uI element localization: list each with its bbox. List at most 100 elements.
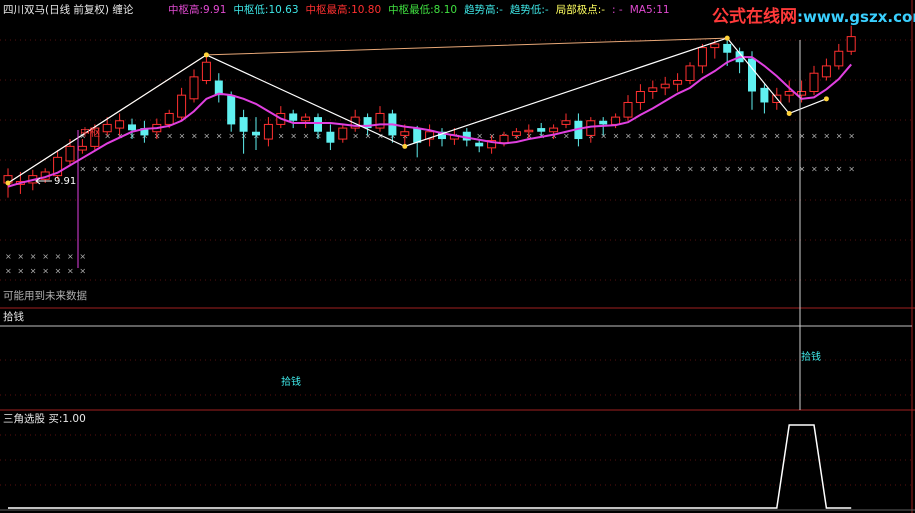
zhongshu-x-mark: × (650, 131, 657, 140)
candle-body-up (115, 120, 125, 129)
zhongshu-x-mark: × (712, 164, 719, 173)
candle-body-up (648, 87, 658, 92)
candle-body-up (189, 76, 199, 100)
candle-body-up (623, 101, 633, 118)
buy-value: 1.00 (62, 413, 86, 425)
zhongshu-x-mark: × (613, 131, 620, 140)
zhongshu-x-mark: × (352, 131, 359, 140)
zhongshu-x-mark: × (526, 164, 533, 173)
zhongshu-x-mark: × (786, 164, 793, 173)
candle-body-down (723, 43, 732, 53)
panel3-title-text: 三角选股 (3, 413, 45, 425)
zhongshu-x-mark: × (662, 164, 669, 173)
signal-label-1: 拾钱 (281, 377, 301, 388)
zhongshu-x-mark: × (79, 267, 86, 276)
candle-body-down (128, 124, 136, 131)
zhongshu-x-mark: × (489, 164, 496, 173)
readout-value: :- (495, 4, 503, 16)
candle-body-up (77, 145, 87, 151)
stock-chart-canvas[interactable]: × × × × × × × × × × × × × × × × × × × × × × × × × × × × × × × × × × × × × × × ×… (0, 0, 915, 513)
bi-vertex-marker (203, 52, 209, 58)
candle-body-up (375, 112, 385, 129)
candle-body-up (263, 123, 273, 140)
zhongshu-x-mark: × (774, 164, 781, 173)
stock-name-label: 四川双马(日线 前复权) (3, 4, 110, 16)
zhongshu-x-mark: × (340, 164, 347, 173)
readout-value: :11 (652, 4, 670, 16)
zhongshu-x-mark: × (166, 131, 173, 140)
candle-body-down (537, 128, 546, 132)
zhongshu-x-mark: × (786, 131, 793, 140)
zhongshu-x-mark: × (67, 252, 74, 261)
bi-vertex-marker (402, 143, 408, 149)
candle-body-up (846, 36, 856, 52)
zhongshu-x-mark: × (253, 164, 260, 173)
watermark-cn: 公式在线网 (712, 7, 797, 27)
readout-5: 趋势低:- (510, 4, 549, 16)
readout-2: 中枢最高:10.80 (306, 4, 382, 16)
readout-value: :- (541, 4, 549, 16)
zhongshu-x-mark: × (675, 164, 682, 173)
candle-body-up (710, 43, 720, 49)
candle-body-down (227, 95, 236, 125)
candle-body-up (549, 127, 559, 133)
zhongshu-x-mark: × (42, 267, 49, 276)
zhongshu-x-mark: × (154, 164, 161, 173)
zhongshu-x-mark: × (179, 164, 186, 173)
readout-value: :10.63 (264, 4, 299, 16)
zhongshu-x-mark: × (414, 164, 421, 173)
readout-7: : - (612, 4, 623, 16)
bi-vertex-marker (786, 110, 792, 116)
indicator-name: 缠论 (112, 4, 134, 16)
zhongshu-x-mark: × (724, 131, 731, 140)
candle-body-down (326, 131, 335, 143)
zhongshu-x-mark: × (79, 164, 86, 173)
panel2-title: 拾钱 (3, 311, 24, 323)
zhongshu-x-mark: × (216, 164, 223, 173)
candle-body-up (821, 65, 831, 78)
candle-body-down (475, 142, 484, 147)
zhongshu-x-mark: × (427, 164, 434, 173)
readout-label: 中枢最高 (305, 4, 348, 16)
candle-body-down (289, 113, 298, 121)
zhongshu-x-mark: × (538, 164, 545, 173)
zhongshu-x-mark: × (749, 164, 756, 173)
readout-label: 趋势高 (464, 4, 496, 16)
zhongshu-x-mark: × (513, 164, 520, 173)
zhongshu-x-mark: × (464, 164, 471, 173)
candle-body-down (239, 117, 248, 132)
zhongshu-x-mark: × (699, 164, 706, 173)
zhongshu-x-mark: × (241, 164, 248, 173)
future-data-warning: 可能用到未来数据 (3, 290, 87, 302)
readout-label: MA5 (629, 4, 653, 16)
zhongshu-x-mark: × (600, 164, 607, 173)
zhongshu-x-mark: × (5, 267, 12, 276)
candle-body-up (177, 94, 187, 118)
zhongshu-x-mark: × (501, 164, 508, 173)
zhongshu-x-mark: × (662, 131, 669, 140)
candle-body-down (413, 128, 422, 143)
readout-label: 中枢高 (168, 4, 200, 16)
candle-body-up (511, 131, 521, 136)
candle-body-down (252, 131, 260, 136)
readout-value: :10.80 (347, 4, 382, 16)
zhongshu-x-mark: × (203, 131, 210, 140)
zhongshu-x-mark: × (724, 164, 731, 173)
watermark-url: :www.gszx.com.cn (797, 8, 915, 26)
watermark: 公式在线网:www.gszx.com.cn (712, 7, 915, 27)
candle-body-up (673, 80, 683, 85)
candle-body-up (797, 91, 807, 96)
zhongshu-x-mark: × (761, 164, 768, 173)
zhongshu-x-mark: × (141, 164, 148, 173)
panel3-title: 三角选股 买:1.00 (3, 413, 86, 425)
readout-label: 中枢最低 (388, 4, 431, 16)
zhongshu-x-mark: × (650, 164, 657, 173)
candle-body-up (834, 50, 844, 67)
candle-body-up (201, 61, 211, 82)
zhongshu-x-mark: × (117, 164, 124, 173)
zhongshu-x-mark: × (92, 164, 99, 173)
zhongshu-x-mark: × (811, 131, 818, 140)
zhongshu-x-mark: × (166, 164, 173, 173)
zhongshu-x-mark: × (774, 131, 781, 140)
readout-value: : - (612, 4, 623, 16)
